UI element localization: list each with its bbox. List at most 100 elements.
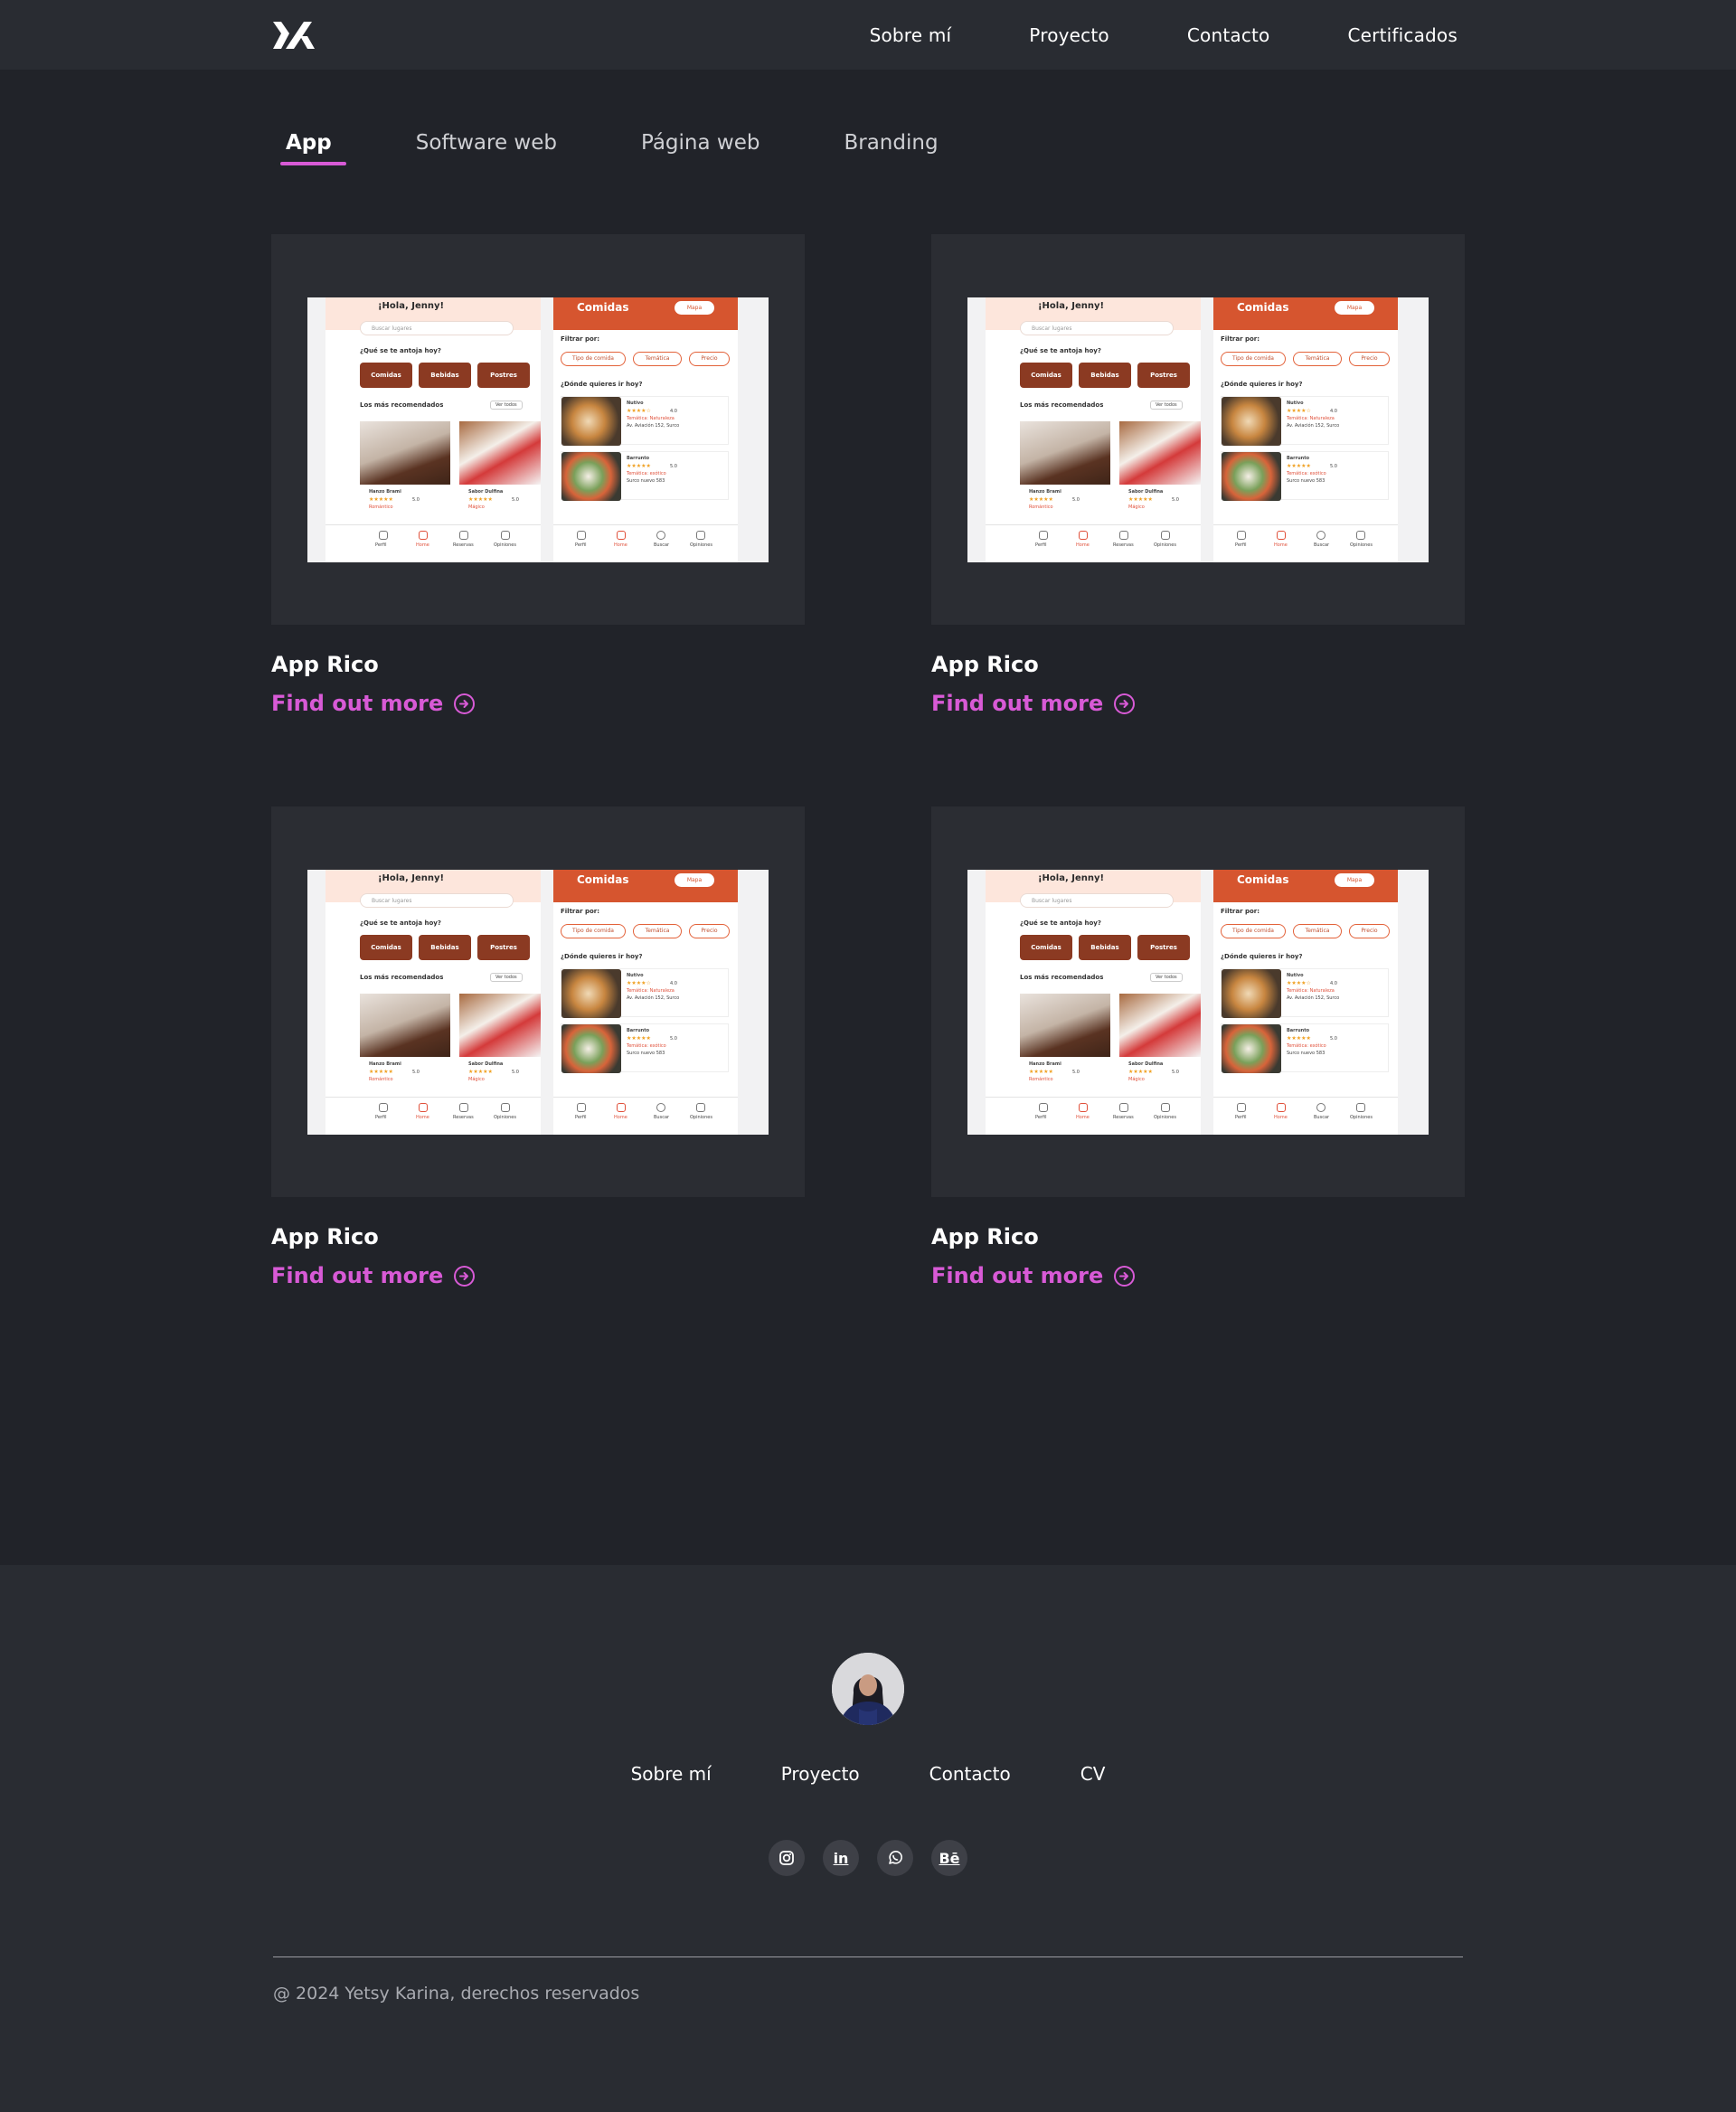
mockup-rec-rating: 5.0 [1172, 497, 1179, 503]
tab-pagina-web[interactable]: Página web [627, 131, 774, 165]
social-links: in Bē [0, 1840, 1736, 1876]
mockup-tab-label: Buscar [1314, 542, 1330, 548]
nav-link-contacto[interactable]: Contacto [1187, 24, 1270, 46]
nav-link-sobre-mi[interactable]: Sobre mí [870, 24, 952, 46]
mockup-rec-name: Sabor Dulfina [468, 1061, 504, 1067]
mockup-recommended-label: Los más recomendados [1020, 974, 1104, 981]
footer-divider [273, 1956, 1463, 1957]
mockup-tab-label: Perfil [1235, 542, 1247, 548]
mockup-home-screen: ¡Hola, Jenny! Buscar lugares ¿Qué se te … [986, 297, 1201, 562]
mockup-place-name: Nutivo [1287, 973, 1304, 978]
mockup-dessert-image [459, 421, 541, 485]
mockup-chip-comidas: Comidas [360, 935, 412, 960]
mockup-tab-label: Perfil [1035, 1115, 1047, 1120]
mockup-tab-label: Home [1274, 1115, 1288, 1120]
nav-link-certificados[interactable]: Certificados [1348, 24, 1458, 46]
project-thumbnail[interactable]: ¡Hola, Jenny! Buscar lugares ¿Qué se te … [931, 234, 1465, 625]
find-out-more-link[interactable]: Find out more [271, 1263, 476, 1288]
mockup-see-all: Ver todos [490, 401, 523, 410]
app-mockup-image: ¡Hola, Jenny! Buscar lugares ¿Qué se te … [967, 870, 1429, 1135]
find-out-more-link[interactable]: Find out more [931, 1263, 1136, 1288]
footer-link-proyecto[interactable]: Proyecto [781, 1763, 860, 1785]
mockup-food-screen: Comidas Mapa Filtrar por: Tipo de comida… [553, 870, 738, 1135]
mockup-rec-rating: 5.0 [1072, 497, 1080, 503]
find-out-more-link[interactable]: Find out more [271, 691, 476, 716]
mockup-craving-label: ¿Qué se te antoja hoy? [1020, 347, 1101, 354]
mockup-tab-label: Home [416, 542, 429, 548]
mockup-stars: ★★★★★ [1029, 1069, 1053, 1075]
mockup-filter-chip: Temática [1293, 924, 1342, 938]
mockup-filter-chip: Temática [633, 924, 682, 938]
mockup-place-rating: 4.0 [1330, 981, 1337, 986]
mockup-tabbar: Perfil Home Buscar Opiniones [553, 524, 738, 562]
footer-link-cv[interactable]: CV [1080, 1763, 1106, 1785]
mockup-place-row: Nutivo ★★★★☆ 4.0 Temática: Naturaleza Av… [561, 396, 729, 446]
top-nav: Sobre mí Proyecto Contacto Certificados [870, 0, 1458, 70]
mockup-stars: ★★★★☆ [1287, 408, 1311, 414]
mockup-map-pill: Mapa [1335, 301, 1374, 315]
mockup-chip-bebidas: Bebidas [1079, 935, 1131, 960]
mockup-place-address: Av. Aviación 152, Surco [1287, 995, 1340, 1001]
mockup-tab-label: Reservas [1113, 542, 1134, 548]
mockup-filter-label: Filtrar por: [1221, 908, 1260, 915]
yk-logo-icon[interactable] [271, 18, 316, 52]
mockup-rec-name: Hanzo Brami [1029, 489, 1061, 495]
mockup-map-pill: Mapa [675, 301, 714, 315]
arrow-circle-right-icon [1114, 1265, 1136, 1287]
mockup-stars: ★★★★★ [1128, 496, 1153, 503]
mockup-place-name: Barrunto [627, 456, 650, 461]
mockup-tab-label: Home [1076, 542, 1090, 548]
linkedin-icon[interactable]: in [823, 1840, 859, 1876]
profile-icon [379, 1103, 388, 1112]
profile-icon [577, 531, 586, 540]
whatsapp-icon[interactable] [877, 1840, 913, 1876]
mockup-rec-tag: Romántico [369, 504, 393, 510]
mockup-tab-label: Reservas [1113, 1115, 1134, 1120]
mockup-stars: ★★★★☆ [1287, 980, 1311, 986]
mockup-place-name: Nutivo [627, 973, 644, 978]
mockup-stars: ★★★★★ [369, 496, 393, 503]
mockup-tab-label: Home [614, 542, 627, 548]
mockup-tab-label: Opiniones [1154, 1115, 1176, 1120]
mockup-tabbar: Perfil Home Reservas Opiniones [326, 524, 541, 562]
footer-link-sobre-mi[interactable]: Sobre mí [631, 1763, 712, 1785]
chat-icon [501, 531, 510, 540]
mockup-cake-image [1020, 421, 1110, 485]
app-mockup-image: ¡Hola, Jenny! Buscar lugares ¿Qué se te … [967, 297, 1429, 562]
instagram-icon[interactable] [769, 1840, 805, 1876]
chat-icon [1161, 531, 1170, 540]
project-thumbnail[interactable]: ¡Hola, Jenny! Buscar lugares ¿Qué se te … [271, 234, 805, 625]
mockup-cake-image [1020, 994, 1110, 1057]
tab-branding[interactable]: Branding [829, 131, 952, 165]
behance-icon[interactable]: Bē [931, 1840, 967, 1876]
mockup-place-name: Barrunto [1287, 1028, 1310, 1033]
mockup-see-all: Ver todos [1150, 973, 1183, 982]
mockup-tab-label: Opiniones [1350, 542, 1373, 548]
mockup-tab-label: Perfil [575, 1115, 587, 1120]
find-out-more-link[interactable]: Find out more [931, 691, 1136, 716]
tab-app[interactable]: App [271, 131, 346, 165]
nav-link-proyecto[interactable]: Proyecto [1029, 24, 1109, 46]
mockup-place-row: Nutivo ★★★★☆ 4.0 Temática: Naturaleza Av… [1221, 396, 1389, 446]
mockup-rec-tag: Romántico [1029, 504, 1053, 510]
footer-link-contacto[interactable]: Contacto [929, 1763, 1011, 1785]
mockup-search: Buscar lugares [360, 321, 514, 335]
mockup-place-rating: 5.0 [1330, 1036, 1337, 1042]
mockup-place-theme: Temática: exótico [1287, 1043, 1326, 1049]
project-thumbnail[interactable]: ¡Hola, Jenny! Buscar lugares ¿Qué se te … [931, 806, 1465, 1197]
mockup-place-image [1222, 1024, 1281, 1073]
project-thumbnail[interactable]: ¡Hola, Jenny! Buscar lugares ¿Qué se te … [271, 806, 805, 1197]
mockup-tabbar: Perfil Home Buscar Opiniones [553, 1097, 738, 1135]
mockup-tabbar: Perfil Home Reservas Opiniones [986, 1097, 1201, 1135]
chat-icon [696, 1103, 705, 1112]
mockup-tab-label: Buscar [654, 1115, 670, 1120]
mockup-search: Buscar lugares [1020, 893, 1174, 908]
mockup-tab-label: Opiniones [1154, 542, 1176, 548]
tab-software-web[interactable]: Software web [401, 131, 571, 165]
mockup-place-rating: 4.0 [670, 409, 677, 414]
mockup-filter-chip: Tipo de comida [561, 352, 626, 366]
mockup-tab-label: Perfil [1035, 542, 1047, 548]
mockup-rec-rating: 5.0 [512, 1070, 519, 1075]
mockup-place-row: Barrunto ★★★★★ 5.0 Temática: exótico Sur… [561, 1023, 729, 1073]
mockup-tabbar: Perfil Home Buscar Opiniones [1213, 1097, 1398, 1135]
